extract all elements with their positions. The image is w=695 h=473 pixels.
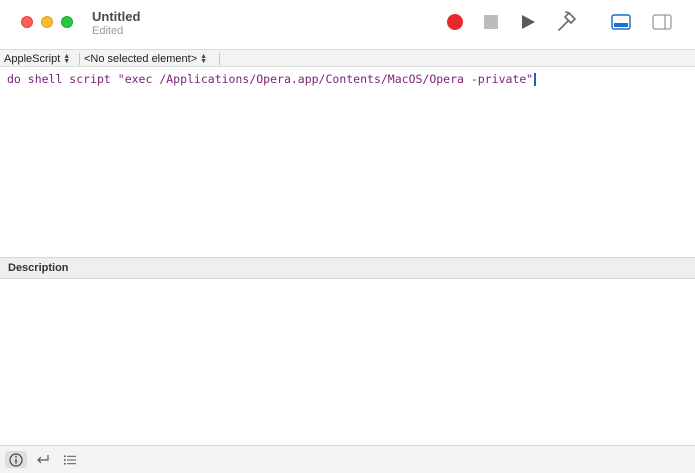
updown-chevron-icon: ▲ ▼ bbox=[63, 53, 71, 65]
record-button[interactable] bbox=[444, 11, 466, 33]
bottom-bar bbox=[0, 445, 695, 473]
zoom-window-button[interactable] bbox=[61, 16, 73, 28]
record-icon bbox=[447, 14, 463, 30]
list-icon bbox=[64, 455, 76, 464]
description-header: Description bbox=[0, 257, 695, 279]
nav-divider bbox=[219, 53, 220, 65]
description-text-area[interactable] bbox=[0, 279, 695, 445]
code-text: do shell script "exec /Applications/Oper… bbox=[7, 72, 534, 86]
show-bottom-pane-button[interactable] bbox=[610, 11, 632, 33]
minimize-window-button[interactable] bbox=[41, 16, 53, 28]
close-window-button[interactable] bbox=[21, 16, 33, 28]
result-tab-button[interactable] bbox=[32, 451, 54, 468]
nav-divider bbox=[79, 53, 80, 65]
run-button[interactable] bbox=[517, 11, 539, 33]
language-label: AppleScript bbox=[4, 53, 61, 65]
window-subtitle: Edited bbox=[92, 25, 124, 37]
show-side-pane-button[interactable] bbox=[651, 11, 673, 33]
title-bar: Untitled Edited bbox=[0, 0, 695, 49]
log-tab-button[interactable] bbox=[59, 451, 81, 468]
description-tab-button[interactable] bbox=[5, 451, 27, 468]
element-popup[interactable]: <No selected element> ▲ ▼ bbox=[84, 52, 207, 66]
reply-arrow-icon bbox=[37, 454, 49, 463]
bottom-pane-icon bbox=[611, 14, 631, 30]
updown-chevron-icon: ▲ ▼ bbox=[200, 53, 208, 65]
language-popup[interactable]: AppleScript ▲ ▼ bbox=[4, 52, 70, 66]
info-icon bbox=[9, 452, 23, 467]
description-title: Description bbox=[8, 262, 69, 274]
stop-button[interactable] bbox=[480, 11, 502, 33]
play-icon bbox=[522, 15, 535, 29]
element-label: <No selected element> bbox=[84, 53, 198, 65]
navigation-bar: AppleScript ▲ ▼ <No selected element> ▲ ▼ bbox=[0, 49, 695, 67]
hammer-icon bbox=[558, 11, 576, 31]
script-editor[interactable]: do shell script "exec /Applications/Oper… bbox=[0, 67, 695, 257]
code-line[interactable]: do shell script "exec /Applications/Oper… bbox=[7, 72, 537, 86]
compile-button[interactable] bbox=[555, 11, 577, 33]
text-caret bbox=[534, 72, 537, 86]
window-title: Untitled bbox=[92, 9, 141, 24]
stop-icon bbox=[484, 15, 498, 29]
script-editor-window: Untitled Edited AppleScript ▲ ▼ <No sele… bbox=[0, 0, 695, 473]
side-pane-icon bbox=[652, 14, 672, 30]
